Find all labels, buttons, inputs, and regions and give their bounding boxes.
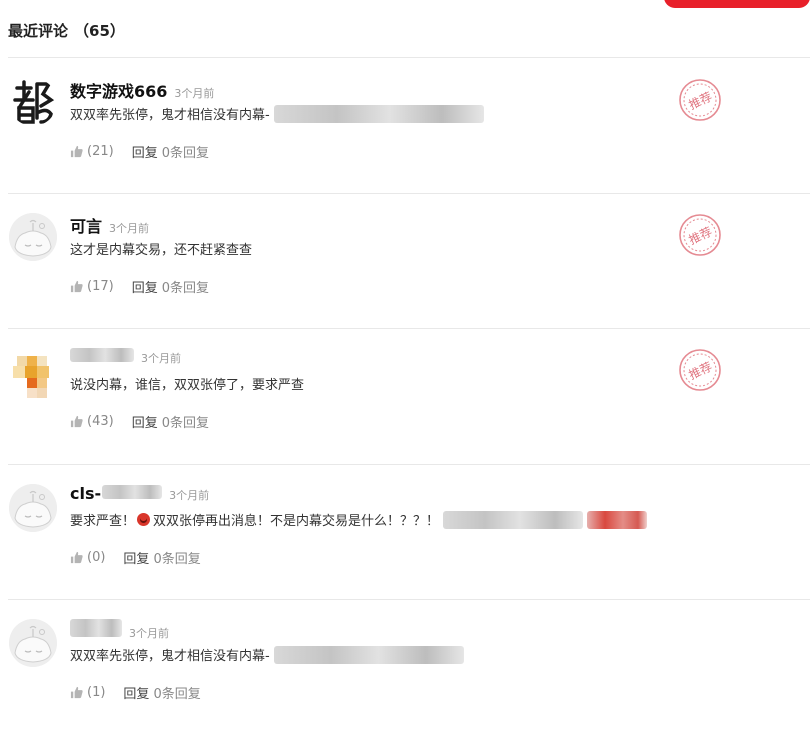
comment-text-content: 双双率先张停，鬼才相信没有内幕- <box>70 108 270 123</box>
avatar[interactable] <box>9 213 57 261</box>
like-button[interactable]: (43) <box>70 414 114 429</box>
comment-time: 3个月前 <box>109 222 150 235</box>
comment-time: 3个月前 <box>169 489 210 502</box>
like-count: (0) <box>87 550 106 565</box>
comment-text: 双双率先张停，鬼才相信没有内幕- <box>70 104 484 123</box>
comment-actions: (21) 回复 0条回复 <box>70 142 209 161</box>
redacted-text <box>443 510 584 529</box>
like-button[interactable]: (1) <box>70 685 105 700</box>
redacted-text <box>587 510 648 529</box>
default-avatar-icon <box>9 213 57 261</box>
default-avatar-icon <box>9 484 57 532</box>
username[interactable]: cls- <box>70 484 101 503</box>
redacted-text <box>273 104 484 123</box>
like-count: (43) <box>87 414 114 429</box>
comment-text: 要求严查！ 双双张停再出消息！不是内幕交易是什么！？？！ <box>70 510 648 529</box>
comment-item: 可言 3个月前 这才是内幕交易，还不赶紧查查 (17) 回复 0条回复 推荐 <box>0 193 810 328</box>
like-count: (1) <box>87 685 106 700</box>
thumbs-up-icon <box>70 280 83 293</box>
comment-item: 3个月前 双双率先张停，鬼才相信没有内幕- (1) 回复 0条回复 <box>0 599 810 734</box>
comment-item: 3个月前 说没内幕，谁信，双双张停了，要求严查 (43) 回复 0条回复 推荐 <box>0 328 810 463</box>
comment-text-content: 说没内幕，谁信，双双张停了，要求严查 <box>70 378 305 393</box>
recommended-stamp-icon: 推荐 <box>679 214 721 256</box>
comment-text: 说没内幕，谁信，双双张停了，要求严查 <box>70 374 304 393</box>
recommended-stamp-icon: 推荐 <box>679 349 721 391</box>
like-button[interactable]: (0) <box>70 550 105 565</box>
like-button[interactable]: (17) <box>70 279 114 294</box>
avatar[interactable] <box>9 619 57 667</box>
reply-count[interactable]: 0条回复 <box>162 277 209 296</box>
comment-text-prefix: 要求严查！ <box>70 514 136 529</box>
comment-text-content: 双双率先张停，鬼才相信没有内幕- <box>70 649 270 664</box>
comments-header: 最近评论 （65） <box>8 20 125 41</box>
comment-text: 这才是内幕交易，还不赶紧查查 <box>70 239 252 258</box>
thumbs-up-icon <box>70 551 83 564</box>
comment-text: 双双率先张停，鬼才相信没有内幕- <box>70 645 464 664</box>
comment-actions: (43) 回复 0条回复 <box>70 412 209 431</box>
reply-count[interactable]: 0条回复 <box>153 683 200 702</box>
comment-time: 3个月前 <box>129 627 169 640</box>
comment-actions: (1) 回复 0条回复 <box>70 683 201 702</box>
redacted-username <box>70 619 122 637</box>
comment-time: 3个月前 <box>174 87 215 100</box>
comment-text-content: 双双张停再出消息！不是内幕交易是什么！？？！ <box>153 514 440 529</box>
user-line: 3个月前 <box>70 348 181 366</box>
angry-emoji-icon <box>137 513 151 526</box>
svg-text:推荐: 推荐 <box>687 224 715 247</box>
reply-count[interactable]: 0条回复 <box>153 548 200 567</box>
comment-time: 3个月前 <box>141 352 181 365</box>
reply-button[interactable]: 回复 <box>132 142 158 161</box>
reply-count[interactable]: 0条回复 <box>162 412 209 431</box>
comments-title: 最近评论 <box>8 22 69 40</box>
svg-text:推荐: 推荐 <box>687 359 715 382</box>
like-count: (21) <box>87 144 114 159</box>
comment-item: 数字游戏666 3个月前 双双率先张停，鬼才相信没有内幕- (21) 回复 0条… <box>0 58 810 193</box>
reply-button[interactable]: 回复 <box>132 277 158 296</box>
like-button[interactable]: (21) <box>70 144 114 159</box>
thumbs-up-icon <box>70 686 83 699</box>
default-avatar-icon <box>9 619 57 667</box>
redacted-text <box>273 645 464 664</box>
reply-button[interactable]: 回复 <box>123 548 149 567</box>
reply-count[interactable]: 0条回复 <box>162 142 209 161</box>
avatar[interactable] <box>9 78 57 126</box>
reply-button[interactable]: 回复 <box>123 683 149 702</box>
thumbs-up-icon <box>70 415 83 428</box>
user-line: 数字游戏666 3个月前 <box>70 78 214 102</box>
comment-text-content: 这才是内幕交易，还不赶紧查查 <box>70 243 253 258</box>
redacted-username <box>70 348 134 362</box>
avatar[interactable] <box>9 348 57 398</box>
user-line: 可言 3个月前 <box>70 213 149 237</box>
thumbs-up-icon <box>70 145 83 158</box>
comment-actions: (0) 回复 0条回复 <box>70 548 201 567</box>
pixelated-avatar-icon <box>13 356 49 398</box>
reply-button[interactable]: 回复 <box>132 412 158 431</box>
user-line: 3个月前 <box>70 619 169 641</box>
username[interactable]: 数字游戏666 <box>70 78 167 102</box>
username[interactable]: 可言 <box>70 213 102 237</box>
top-red-button[interactable] <box>664 0 810 8</box>
user-line: cls- 3个月前 <box>70 484 209 503</box>
comment-actions: (17) 回复 0条回复 <box>70 277 209 296</box>
avatar[interactable] <box>9 484 57 532</box>
recommended-stamp-icon: 推荐 <box>679 79 721 121</box>
comment-item: cls- 3个月前 要求严查！ 双双张停再出消息！不是内幕交易是什么！？？！ (… <box>0 464 810 599</box>
like-count: (17) <box>87 279 114 294</box>
comments-count: （65） <box>74 22 125 40</box>
redacted-username <box>102 485 163 499</box>
svg-text:推荐: 推荐 <box>687 89 715 112</box>
